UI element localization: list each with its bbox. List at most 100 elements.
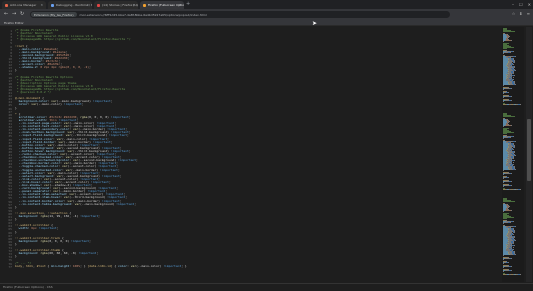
minimap-line	[509, 137, 511, 138]
minimap-line	[513, 79, 514, 80]
code-token: [data-l10n-id]	[87, 263, 113, 268]
code-line: background: rgba(0, 0, 0, 0) !important;	[15, 238, 91, 243]
code-token: html	[25, 263, 34, 268]
code-line: }	[15, 241, 17, 246]
minimap-line	[514, 152, 515, 153]
minimap-line	[515, 155, 516, 156]
code-token: ;	[119, 173, 122, 178]
tab-favicon-icon	[5, 3, 8, 7]
code-token: !important	[63, 102, 82, 107]
code-token: ;	[128, 130, 131, 135]
minimap-line	[515, 240, 516, 241]
code-token: rgba	[40, 238, 48, 243]
code-token: (0, 0, 0, 0)	[47, 238, 72, 243]
code-token: !important	[92, 99, 111, 104]
minimap-line	[507, 92, 509, 93]
bookmark-star-icon[interactable]: ☆	[512, 11, 516, 16]
minimap-line	[503, 53, 504, 54]
forward-arrow-icon[interactable]: →	[12, 11, 16, 17]
tab-close-icon[interactable]: ✕	[86, 3, 89, 7]
code-line: }	[15, 204, 17, 209]
minimap-line	[503, 170, 504, 171]
minimap-line	[520, 189, 521, 190]
tab-close-icon[interactable]: ✕	[132, 3, 135, 7]
code-token: !important	[38, 226, 57, 231]
code-token: ;	[136, 158, 138, 163]
code-line: width: 6px !important;	[15, 226, 59, 231]
code-line: }	[15, 230, 17, 234]
minimap-line	[507, 262, 509, 263]
code-token: (--main-color)	[36, 102, 64, 107]
minimap-line	[514, 252, 515, 253]
tab-label: Add-ons Manager	[10, 3, 37, 7]
minimap-line	[512, 136, 514, 137]
code-line: body, html, #root { min-height: 100%; } …	[15, 263, 187, 268]
code-line: color: var(--main-color) !important;	[15, 103, 84, 106]
tab-2[interactable]: Debugging - Runtime / this-f...✕	[48, 1, 92, 9]
minimap-line	[503, 126, 504, 127]
minimap-line	[512, 234, 514, 235]
code-token: ;	[81, 102, 84, 107]
tab-favicon-icon	[97, 3, 100, 7]
minimap-line	[507, 177, 509, 178]
new-tab-button[interactable]: +	[186, 1, 190, 7]
tab-1[interactable]: Add-ons Manager ✕	[2, 1, 46, 9]
minimap-line	[513, 73, 514, 74]
minimap-line	[514, 62, 515, 63]
code-token: (0, 0, 0, 0)	[87, 114, 111, 119]
code-token: ;	[117, 167, 120, 172]
code-line: background: rgba(60, 60, 60, .8) !import…	[15, 251, 99, 256]
code-line: * @version 0.0.2 */	[15, 91, 51, 94]
code-token: * @version 0.0.2 */	[15, 90, 52, 94]
code-token: ;	[128, 114, 131, 119]
code-token: ;	[56, 226, 59, 231]
code-token: rgba	[40, 251, 48, 256]
bookmark-firefox-editor[interactable]: Firefox Editor	[4, 21, 24, 25]
code-token: 0 2px 4px rgba(0, 0, 0, .2)	[40, 65, 90, 70]
code-token: rgba	[40, 214, 48, 218]
minimap-line	[515, 169, 516, 170]
minimap-line	[513, 164, 514, 165]
minimap-line	[510, 181, 512, 182]
minimap-line	[511, 185, 512, 186]
minimap-line	[503, 259, 504, 260]
back-arrow-icon[interactable]: ←	[4, 11, 8, 17]
url-text[interactable]: moz-extension://6fff1d45-bba7-4a8f-8bba-…	[80, 13, 207, 17]
minimap-line	[503, 93, 504, 94]
downloads-icon[interactable]: ⬇	[519, 11, 522, 16]
code-token: }	[15, 254, 17, 259]
minimap[interactable]	[502, 27, 524, 282]
extension-identity-chip[interactable]: Extension (My_Ge_Firefox)	[31, 12, 77, 17]
minimap-line	[515, 84, 516, 85]
minimap-line	[514, 141, 516, 142]
code-line: --in-content-table-background: var(--mai…	[15, 202, 136, 206]
tab-strip: Add-ons Manager✕Debugging - Runtime / th…	[0, 0, 533, 9]
close-window-button[interactable]: ✕	[528, 2, 531, 7]
maximize-button[interactable]: ☐	[519, 2, 523, 7]
code-token: min-height	[51, 263, 70, 268]
mouse-pointer-icon: ➤	[312, 20, 318, 27]
code-token: * @homepageURL https://github.com/Noncha…	[15, 37, 131, 42]
tab-4[interactable]: Firefox (Fullscreen Options)✕	[140, 1, 184, 9]
tab-close-icon[interactable]: ✕	[178, 3, 181, 7]
minimap-line	[512, 162, 513, 163]
address-bar[interactable]: Extension (My_Ge_Firefox) moz-extension:…	[30, 11, 450, 18]
code-token: ;	[110, 139, 113, 144]
minimize-button[interactable]: –	[512, 2, 514, 7]
minimap-line	[503, 223, 504, 224]
code-token: background	[15, 214, 37, 218]
editor-scrollbar[interactable]	[526, 27, 532, 282]
code-token: ;	[127, 133, 129, 138]
code-token: (--main-color)	[136, 263, 164, 268]
menu-icon[interactable]: ≡	[527, 11, 530, 16]
scrollbar-thumb[interactable]	[527, 119, 531, 181]
code-token: }	[15, 204, 17, 209]
code-token: }	[15, 241, 17, 246]
reload-icon[interactable]: ↻	[20, 11, 24, 17]
tab-close-icon[interactable]: ✕	[40, 3, 43, 7]
code-editor[interactable]: /* @name Firefox Rewrite * @author Nonch…	[15, 27, 500, 282]
code-line: }	[15, 106, 17, 110]
tab-3[interactable]: (14) Stories | Firefox (Upc...✕	[94, 1, 138, 9]
minimap-line	[503, 89, 504, 90]
minimap-line	[508, 207, 509, 208]
